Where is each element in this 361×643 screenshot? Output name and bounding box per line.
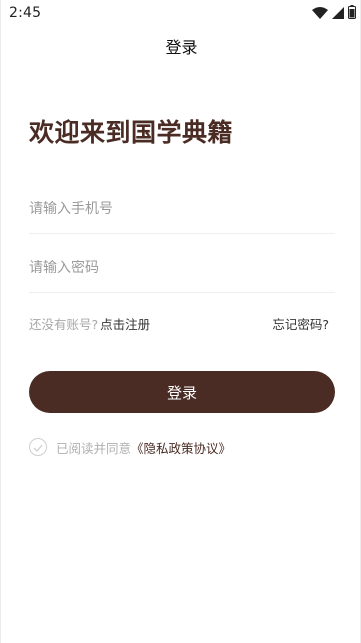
register-link[interactable]: 点击注册	[100, 317, 150, 332]
app-bar: 登录	[1, 30, 361, 62]
login-button[interactable]: 登录	[29, 371, 335, 413]
status-bar: 2:45	[1, 0, 361, 26]
password-field	[29, 243, 335, 293]
account-links-row: 还没有账号? 点击注册 忘记密码?	[29, 313, 329, 333]
no-account-text: 还没有账号?	[29, 316, 99, 332]
page-title: 登录	[165, 38, 198, 57]
status-time: 2:45	[9, 5, 42, 21]
phone-input[interactable]	[29, 200, 335, 217]
wifi-icon	[312, 4, 328, 23]
forgot-password-link[interactable]: 忘记密码?	[272, 314, 329, 333]
password-input[interactable]	[29, 259, 335, 276]
agreement-row: 已阅读并同意《隐私政策协议》	[29, 436, 231, 458]
agree-checkbox[interactable]	[29, 438, 47, 456]
login-screen: 2:45 登录 欢迎来到国学典籍 还没有账号?	[0, 0, 361, 643]
signal-icon	[332, 4, 344, 23]
battery-icon	[348, 4, 356, 23]
register-prompt: 还没有账号? 点击注册	[29, 314, 150, 333]
status-icons	[312, 4, 356, 23]
agreement-text-group: 已阅读并同意《隐私政策协议》	[56, 438, 231, 457]
agreement-text: 已阅读并同意	[56, 440, 132, 456]
checkmark-icon	[33, 440, 43, 455]
privacy-policy-link[interactable]: 《隐私政策协议》	[131, 441, 231, 456]
login-button-label: 登录	[166, 384, 197, 402]
phone-field	[29, 184, 335, 234]
welcome-heading: 欢迎来到国学典籍	[29, 118, 234, 147]
